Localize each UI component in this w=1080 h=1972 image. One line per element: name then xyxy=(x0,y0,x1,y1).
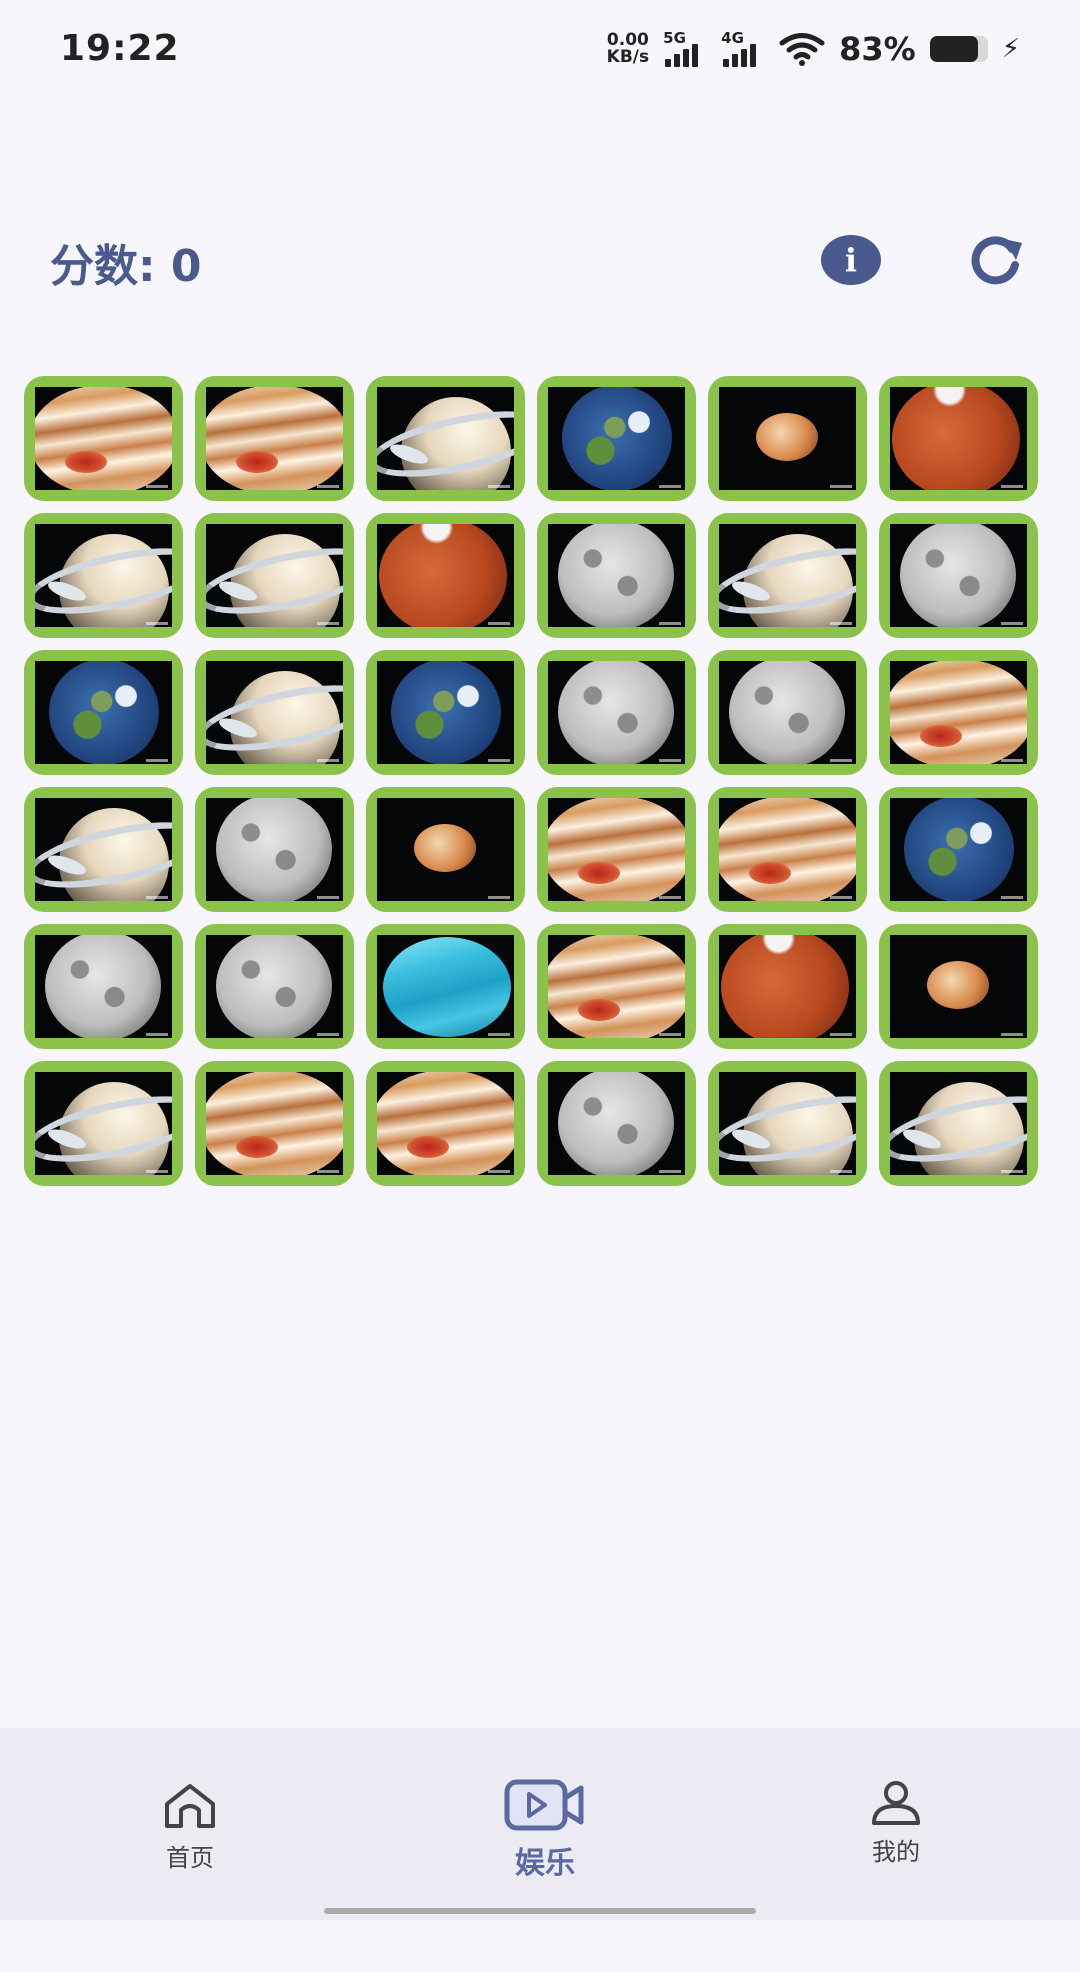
jupiter-image xyxy=(548,798,685,901)
saturn-image xyxy=(719,524,856,627)
memory-card[interactable] xyxy=(195,1061,354,1186)
jupiter-image xyxy=(719,798,856,901)
earth-image xyxy=(35,661,172,764)
memory-card[interactable] xyxy=(708,650,867,775)
info-button[interactable]: i xyxy=(821,235,881,285)
status-bar: 19:22 0.00 KB/s 5G 4G 83% ⚡ xyxy=(0,0,1080,100)
memory-card[interactable] xyxy=(24,650,183,775)
memory-card[interactable] xyxy=(366,787,525,912)
mars-mini-image xyxy=(377,798,514,901)
moon-image xyxy=(890,524,1027,627)
memory-card[interactable] xyxy=(537,376,696,501)
saturn-image xyxy=(35,1072,172,1175)
score-label: 分数: 0 xyxy=(50,241,202,292)
home-icon xyxy=(165,1784,215,1828)
jupiter-image xyxy=(377,1072,514,1175)
memory-card[interactable] xyxy=(366,650,525,775)
saturn-image xyxy=(377,387,514,490)
uranus-image xyxy=(377,935,514,1038)
tab-profile[interactable]: 我的 xyxy=(856,1728,936,1972)
wifi-icon xyxy=(779,33,825,66)
info-icon: i xyxy=(844,241,858,279)
memory-card[interactable] xyxy=(366,513,525,638)
refresh-icon xyxy=(971,236,1022,285)
moon-image xyxy=(206,935,343,1038)
memory-card-grid xyxy=(24,376,1038,1186)
memory-card[interactable] xyxy=(537,1061,696,1186)
earth-image xyxy=(548,387,685,490)
memory-card[interactable] xyxy=(24,787,183,912)
memory-card[interactable] xyxy=(708,1061,867,1186)
moon-image xyxy=(35,935,172,1038)
moon-image xyxy=(719,661,856,764)
user-icon xyxy=(872,1781,920,1825)
tab-home[interactable]: 首页 xyxy=(150,1728,230,1972)
memory-card[interactable] xyxy=(708,513,867,638)
mars-mini-image xyxy=(890,935,1027,1038)
memory-card[interactable] xyxy=(537,787,696,912)
mars-image xyxy=(719,935,856,1038)
jupiter-image xyxy=(35,387,172,490)
memory-card[interactable] xyxy=(708,376,867,501)
memory-card[interactable] xyxy=(24,1061,183,1186)
tab-entertainment[interactable]: 娱乐 xyxy=(500,1728,590,1970)
status-time: 19:22 xyxy=(60,28,180,69)
memory-card[interactable] xyxy=(24,924,183,1049)
memory-card[interactable] xyxy=(195,924,354,1049)
memory-card[interactable] xyxy=(195,650,354,775)
bottom-tab-bar: 首页 娱乐 我的 xyxy=(0,1728,1080,1920)
memory-card[interactable] xyxy=(879,376,1038,501)
memory-card[interactable] xyxy=(879,924,1038,1049)
saturn-image xyxy=(35,524,172,627)
memory-card[interactable] xyxy=(366,1061,525,1186)
memory-card[interactable] xyxy=(24,376,183,501)
memory-card[interactable] xyxy=(708,787,867,912)
memory-card[interactable] xyxy=(366,924,525,1049)
video-icon xyxy=(504,1779,584,1831)
charging-bolt-icon: ⚡ xyxy=(1001,34,1020,64)
memory-card[interactable] xyxy=(708,924,867,1049)
battery-percent: 83% xyxy=(839,30,916,68)
mars-image xyxy=(377,524,514,627)
mars-mini-image xyxy=(719,387,856,490)
memory-card[interactable] xyxy=(879,513,1038,638)
refresh-button[interactable] xyxy=(966,233,1026,287)
memory-card[interactable] xyxy=(879,650,1038,775)
jupiter-image xyxy=(548,935,685,1038)
memory-card[interactable] xyxy=(195,513,354,638)
earth-image xyxy=(890,798,1027,901)
memory-card[interactable] xyxy=(366,376,525,501)
jupiter-image xyxy=(890,661,1027,764)
battery-icon xyxy=(929,36,988,62)
signal-4g-icon: 4G xyxy=(721,29,765,67)
memory-card[interactable] xyxy=(537,650,696,775)
saturn-image xyxy=(206,661,343,764)
jupiter-image xyxy=(206,387,343,490)
memory-card[interactable] xyxy=(24,513,183,638)
memory-card[interactable] xyxy=(537,924,696,1049)
saturn-image xyxy=(890,1072,1027,1175)
saturn-image xyxy=(206,524,343,627)
status-icons: 0.00 KB/s 5G 4G 83% ⚡ xyxy=(606,29,1020,68)
moon-image xyxy=(548,524,685,627)
network-speed: 0.00 KB/s xyxy=(606,30,650,67)
mars-image xyxy=(890,387,1027,490)
saturn-image xyxy=(35,798,172,901)
memory-card[interactable] xyxy=(195,376,354,501)
signal-5g-icon: 5G xyxy=(663,29,707,67)
memory-card[interactable] xyxy=(537,513,696,638)
memory-card[interactable] xyxy=(879,787,1038,912)
moon-image xyxy=(548,1072,685,1175)
moon-image xyxy=(206,798,343,901)
home-indicator[interactable] xyxy=(324,1908,756,1914)
earth-image xyxy=(377,661,514,764)
memory-card[interactable] xyxy=(195,787,354,912)
moon-image xyxy=(548,661,685,764)
jupiter-image xyxy=(206,1072,343,1175)
saturn-image xyxy=(719,1072,856,1175)
memory-card[interactable] xyxy=(879,1061,1038,1186)
